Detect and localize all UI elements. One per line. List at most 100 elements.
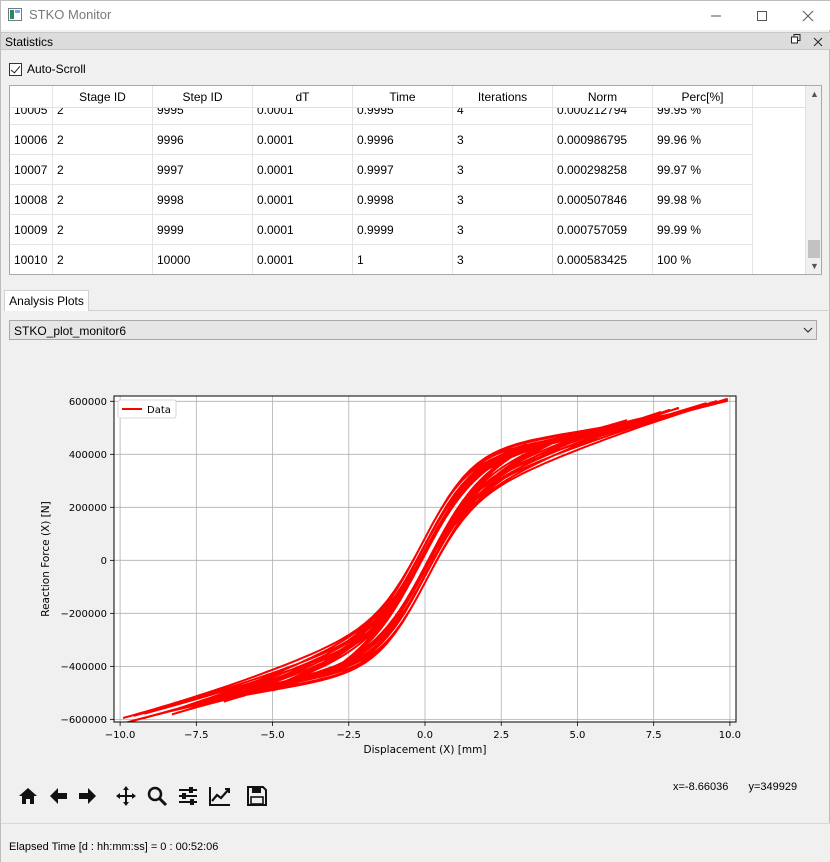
column-header[interactable]: Norm [553,86,653,108]
table-row[interactable]: 10006 2 9996 0.0001 0.9996 3 0.000986795 99.96 … [10,125,805,155]
table-cell[interactable]: 0.0001 [253,125,353,155]
table-cell[interactable]: 2 [53,155,153,185]
column-header[interactable]: Stage ID [53,86,153,108]
app-icon [8,8,22,21]
tab-analysis-plots[interactable]: Analysis Plots [4,290,89,311]
maximize-button[interactable] [739,1,785,30]
cursor-y: y=349929 [748,781,798,793]
pan-icon [116,786,136,806]
close-icon [802,10,814,21]
close-button[interactable] [785,1,830,30]
table-cell[interactable]: 0.9998 [353,185,453,215]
table-cell[interactable]: 0.0001 [253,215,353,245]
save-button[interactable] [244,783,270,809]
status-bar: Elapsed Time [d : hh:mm:ss] = 0 : 00:52:… [1,823,830,862]
dock-title: Statistics [5,35,54,49]
table-cell[interactable]: 0.9999 [353,215,453,245]
x-tick-label: −7.5 [184,730,208,741]
row-header[interactable]: 10007 [10,155,53,185]
table-cell[interactable]: 9999 [153,215,253,245]
table-cell[interactable]: 0.000507846 [553,185,653,215]
table-scrollbar[interactable]: ▲ ▼ [805,86,821,274]
table-cell[interactable]: 3 [453,215,553,245]
scroll-down-icon[interactable]: ▼ [810,261,819,271]
elapsed-time: Elapsed Time [d : hh:mm:ss] = 0 : 00:52:… [9,841,219,853]
table-cell[interactable]: 1 [353,245,453,274]
table-cell[interactable]: 3 [453,155,553,185]
y-tick-label: 600000 [69,397,107,408]
forward-arrow-icon [79,788,96,804]
table-corner [10,86,53,108]
x-tick-label: 2.5 [493,730,509,741]
column-header[interactable]: Step ID [153,86,253,108]
stko-monitor-window: STKO Monitor Statistics Auto-Scroll 1000… [0,0,830,862]
table-cell[interactable]: 9997 [153,155,253,185]
cursor-coordinates: x=-8.66036 y=349929 [673,781,797,793]
statistics-table[interactable]: 10005 2 9995 0.0001 0.9995 4 0.000212794 99.95 … [9,85,822,275]
back-button[interactable] [45,783,71,809]
scroll-up-icon[interactable]: ▲ [810,89,819,99]
dock-close-button[interactable] [813,33,823,50]
maximize-icon [757,10,767,21]
minimize-button[interactable] [693,1,739,30]
checkmark-icon[interactable] [9,62,22,76]
row-header[interactable]: 10006 [10,125,53,155]
table-cell[interactable]: 3 [453,245,553,274]
table-cell[interactable]: 2 [53,125,153,155]
table-cell[interactable]: 2 [53,185,153,215]
column-header[interactable]: Perc[%] [653,86,753,108]
table-cell[interactable]: 9998 [153,185,253,215]
table-cell[interactable]: 2 [53,245,153,274]
table-row[interactable]: 10009 2 9999 0.0001 0.9999 3 0.000757059 99.99 … [10,215,805,245]
table-cell[interactable]: 0.0001 [253,245,353,274]
y-tick-label: 200000 [69,503,107,514]
column-header[interactable]: dT [253,86,353,108]
edit-axis-button[interactable] [207,783,233,809]
table-cell[interactable]: 0.9996 [353,125,453,155]
table-cell[interactable]: 0.000757059 [553,215,653,245]
zoom-button[interactable] [144,783,170,809]
scroll-thumb[interactable] [808,240,820,258]
float-icon [791,34,801,44]
row-header[interactable]: 10010 [10,245,53,274]
row-header[interactable]: 10008 [10,185,53,215]
table-cell[interactable]: 0.000298258 [553,155,653,185]
plot-selector-dropdown[interactable]: STKO_plot_monitor6 [9,320,817,340]
minimize-icon [711,15,721,16]
auto-scroll-checkbox[interactable]: Auto-Scroll [9,62,86,76]
table-cell[interactable]: 0.000583425 [553,245,653,274]
home-button[interactable] [15,783,41,809]
configure-subplots-button[interactable] [175,783,201,809]
table-cell[interactable]: 0.000986795 [553,125,653,155]
y-tick-label: −600000 [60,715,107,726]
dock-float-button[interactable] [791,34,801,47]
table-cell[interactable]: 99.99 % [653,215,753,245]
y-tick-label: 0 [101,556,107,567]
table-row[interactable]: 10008 2 9998 0.0001 0.9998 3 0.000507846 99.98 … [10,185,805,215]
column-header[interactable]: Iterations [453,86,553,108]
y-tick-label: −400000 [60,662,107,673]
table-row[interactable]: 10007 2 9997 0.0001 0.9997 3 0.000298258 99.97 … [10,155,805,185]
row-header[interactable]: 10009 [10,215,53,245]
title-bar: STKO Monitor [1,1,830,30]
column-header[interactable]: Time [353,86,453,108]
table-cell[interactable]: 0.0001 [253,185,353,215]
table-cell[interactable]: 10000 [153,245,253,274]
table-cell[interactable]: 99.98 % [653,185,753,215]
table-body: 10005 2 9995 0.0001 0.9995 4 0.000212794 99.95 … [10,86,805,274]
table-cell[interactable]: 0.9997 [353,155,453,185]
table-row[interactable]: 10010 2 10000 0.0001 1 3 0.000583425 100 % [10,245,805,274]
table-cell[interactable]: 99.96 % [653,125,753,155]
table-cell[interactable]: 9996 [153,125,253,155]
table-cell[interactable]: 3 [453,185,553,215]
back-arrow-icon [50,788,67,804]
table-cell[interactable]: 99.97 % [653,155,753,185]
pan-button[interactable] [113,783,139,809]
forward-button[interactable] [75,783,101,809]
table-cell[interactable]: 3 [453,125,553,155]
table-cell[interactable]: 2 [53,215,153,245]
legend-label: Data [147,405,171,416]
table-cell[interactable]: 0.0001 [253,155,353,185]
analysis-plot[interactable]: −10.0 −7.5 −5.0 −2.5 0.0 2.5 5.0 7.5 10.0 −600000… [1,381,830,776]
table-cell[interactable]: 100 % [653,245,753,274]
